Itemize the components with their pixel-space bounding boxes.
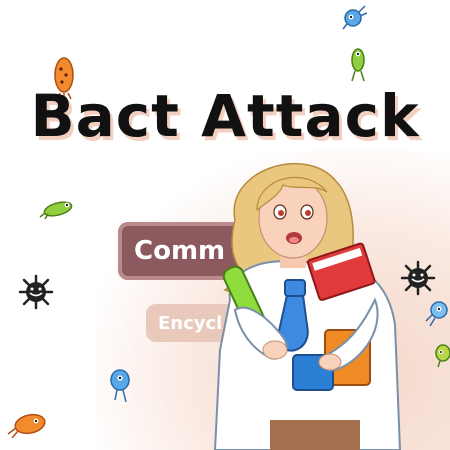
green-germ-icon [39, 201, 73, 220]
green-germ-icon [351, 48, 365, 82]
orange-germ-icon [7, 413, 46, 439]
blue-germ-icon [342, 5, 368, 30]
game-title: Bact Attack [30, 82, 420, 150]
green-germ-icon [435, 344, 450, 368]
title-screen: Bact Attack Comm Encycl [0, 0, 450, 450]
black-virus-icon [18, 274, 54, 310]
scientist-character [213, 163, 402, 450]
blue-germ-icon [425, 301, 448, 327]
blue-germ-icon [110, 369, 130, 403]
